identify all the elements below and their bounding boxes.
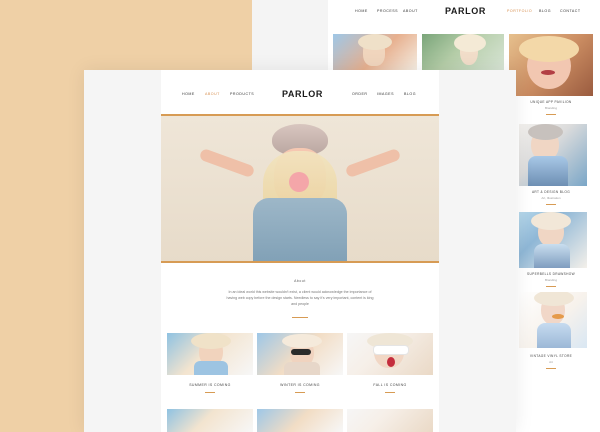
divider bbox=[546, 368, 556, 369]
card-title[interactable]: Summer is coming bbox=[167, 383, 253, 387]
back-nav-contact[interactable]: Contact bbox=[560, 9, 581, 13]
card-image-preview[interactable] bbox=[167, 409, 253, 432]
card-divider bbox=[205, 392, 215, 393]
card-image-preview[interactable] bbox=[257, 409, 343, 432]
back-side-item-title[interactable]: Superbells Drawshow bbox=[515, 272, 587, 276]
front-nav-images[interactable]: Images bbox=[377, 92, 394, 96]
back-side-item-title[interactable]: Vintage Vinyl Store bbox=[515, 354, 587, 358]
hero-image[interactable] bbox=[161, 114, 439, 263]
back-side-image-3[interactable] bbox=[519, 292, 587, 348]
back-side-item-title[interactable]: Art & Design Blog bbox=[515, 190, 587, 194]
back-side-item-sub: Art bbox=[549, 360, 553, 364]
back-side-image-2[interactable] bbox=[519, 212, 587, 268]
front-nav-order[interactable]: Order bbox=[352, 92, 367, 96]
back-portfolio-image-2[interactable] bbox=[422, 34, 504, 70]
back-side-item-sub: Branding bbox=[544, 106, 557, 110]
about-title: About bbox=[294, 279, 306, 283]
back-side-image-1[interactable] bbox=[519, 124, 587, 186]
back-logo[interactable]: PARLOR bbox=[445, 6, 486, 16]
front-nav-about[interactable]: About bbox=[205, 92, 220, 96]
back-nav-portfolio[interactable]: Portfolio bbox=[507, 9, 532, 13]
front-nav-home[interactable]: Home bbox=[182, 92, 195, 96]
back-portfolio-image-3[interactable] bbox=[509, 34, 593, 96]
card-divider bbox=[295, 392, 305, 393]
card-image-fall[interactable] bbox=[347, 333, 433, 375]
back-side-item-title[interactable]: Unique App Pavilion bbox=[515, 100, 587, 104]
divider bbox=[546, 286, 556, 287]
card-image-winter[interactable] bbox=[257, 333, 343, 375]
back-side-item-sub: Branding bbox=[544, 278, 557, 282]
back-nav-home[interactable]: Home bbox=[355, 9, 368, 13]
back-side-item-sub: Art, Illustration bbox=[541, 196, 561, 200]
card-image-preview[interactable] bbox=[347, 409, 433, 432]
about-text: In an ideal world this website wouldn't … bbox=[226, 290, 374, 306]
front-nav-blog[interactable]: Blog bbox=[404, 92, 416, 96]
back-portfolio-image-1[interactable] bbox=[333, 34, 417, 70]
back-nav-process[interactable]: Process bbox=[377, 9, 398, 13]
about-divider bbox=[292, 317, 308, 318]
card-title[interactable]: Fall is coming bbox=[347, 383, 433, 387]
card-divider bbox=[385, 392, 395, 393]
divider bbox=[546, 114, 556, 115]
card-title[interactable]: Winter is coming bbox=[257, 383, 343, 387]
back-nav-blog[interactable]: Blog bbox=[539, 9, 551, 13]
front-logo[interactable]: PARLOR bbox=[282, 89, 323, 99]
front-nav-products[interactable]: Products bbox=[230, 92, 254, 96]
card-image-summer[interactable] bbox=[167, 333, 253, 375]
back-nav-about[interactable]: About bbox=[403, 9, 418, 13]
divider bbox=[546, 204, 556, 205]
